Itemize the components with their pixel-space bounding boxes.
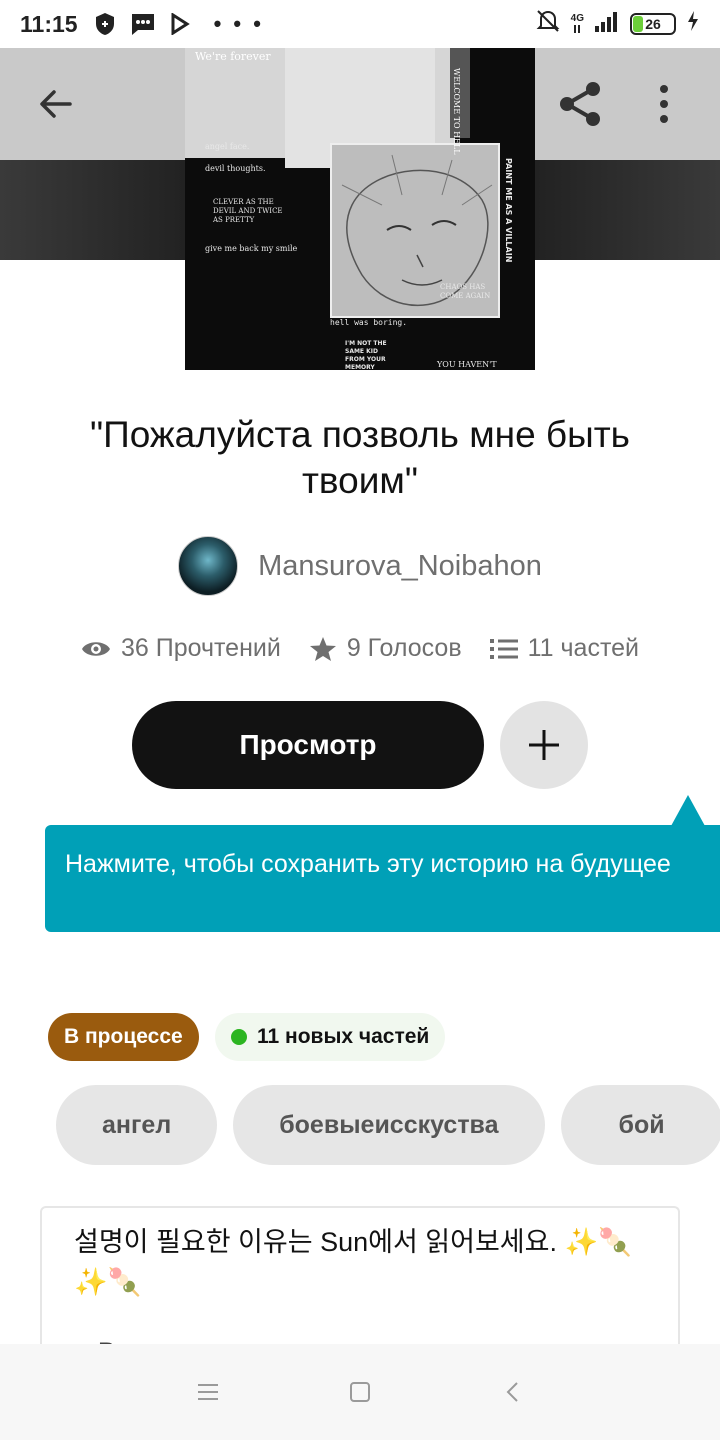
reads-stat: 36 Прочтений [81,634,281,663]
toolbar-actions [548,72,696,136]
status-badge: В процессе [48,1013,199,1061]
eye-icon [81,641,110,656]
plus-icon [529,730,559,760]
cover-text: PAINT ME AS A VILLAIN [504,158,513,263]
story-description: 설명이 필요한 이유는 Sun에서 읽어보세요. ✨🍡 ✨🍡 ○ В [40,1206,680,1356]
story-title: "Пожалуйста позволь мне быть твоим" [90,414,630,501]
menu-button[interactable] [190,1374,226,1410]
share-icon [560,82,600,126]
menu-icon [198,1384,218,1400]
new-parts-label: 11 новых частей [257,1025,430,1048]
back-button[interactable] [24,72,88,136]
cover-text: YOU HAVEN'T [437,360,497,369]
tag-chip[interactable]: боевыеисскуства [233,1085,545,1165]
data-arrows-icon [574,25,581,33]
message-icon [130,12,156,36]
network-type: 4G [570,13,584,24]
author-row[interactable]: Mansurova_Noibahon [0,536,720,596]
cover-text: devil thoughts. [205,164,266,173]
signal-icon [594,10,620,38]
tag-list: ангел боевыеисскуства бой [56,1085,720,1165]
tooltip-arrow [671,795,705,826]
description-line: ✨🍡 [74,1267,142,1297]
author-avatar[interactable] [178,536,239,596]
cover-text: give me back my smile [205,244,298,253]
votes-stat: 9 Голосов [309,634,462,663]
tag-chip[interactable]: бой [560,1085,720,1165]
star-icon [309,636,336,661]
home-button[interactable] [342,1374,378,1410]
play-store-icon [170,13,190,35]
system-back-button[interactable] [494,1374,530,1410]
network-indicator: 4G [571,14,584,34]
more-vertical-icon [660,85,668,123]
status-bar: 11:15 • • • 4G 26 [0,0,720,48]
more-notifications-icon: • • • [213,11,264,36]
tag-chip[interactable]: ангел [56,1085,218,1165]
new-parts-badge: 11 новых частей [215,1013,446,1061]
system-navigation-bar [0,1344,720,1440]
save-tooltip[interactable]: Нажмите, чтобы сохранить эту историю на … [45,825,720,932]
more-options-button[interactable] [632,72,696,136]
parts-stat: 11 частей [489,634,639,663]
add-to-library-button[interactable] [500,701,588,789]
arrow-left-icon [40,90,72,118]
story-stats: 36 Прочтений 9 Голосов 11 частей [0,634,720,663]
bell-off-icon [535,8,561,40]
parts-count: 11 частей [527,634,639,662]
read-button[interactable]: Просмотр [132,701,484,789]
battery-icon: 26 [630,13,676,35]
charging-icon [686,10,700,38]
share-button[interactable] [548,72,612,136]
cover-text: I'M NOT THE SAME KID FROM YOUR MEMORY [345,340,387,370]
author-name[interactable]: Mansurova_Noibahon [258,550,542,583]
status-time: 11:15 [20,10,78,37]
description-line: 설명이 필요한 이유는 Sun에서 읽어보세요. ✨🍡 [74,1227,632,1257]
chevron-left-icon [506,1382,518,1402]
square-icon [350,1382,370,1402]
battery-percent: 26 [645,16,661,32]
cover-text: CLEVER AS THE DEVIL AND TWICE AS PRETTY [213,198,283,224]
list-icon [489,638,518,659]
top-toolbar [0,48,720,160]
shield-icon [94,12,116,36]
cover-text: CHAOS HAS COME AGAIN [440,283,491,300]
green-dot-icon [231,1029,247,1045]
cover-text: hell was boring. [330,318,408,327]
votes-count: 9 Голосов [346,634,462,662]
reads-count: 36 Прочтений [120,634,281,662]
